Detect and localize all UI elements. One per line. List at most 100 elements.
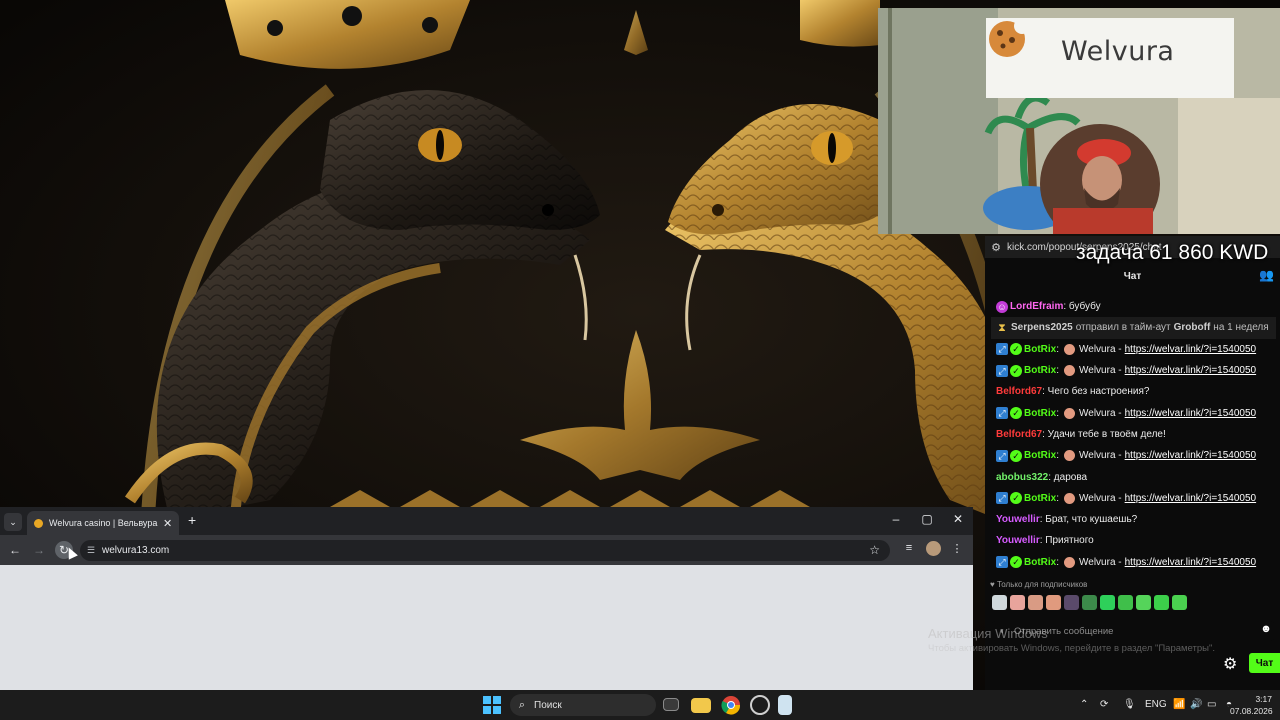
menu-kebab-icon[interactable]: ⋮ [949, 542, 965, 555]
chat-text: : Брат, что кушаешь? [1039, 514, 1138, 526]
hourglass-icon: ⧗ [998, 321, 1006, 334]
emote-icon[interactable] [992, 595, 1007, 610]
site-info-icon[interactable]: ☰ [80, 545, 102, 556]
volume-icon[interactable]: 🔊 [1190, 699, 1202, 710]
chat-text: Welvura - [1079, 450, 1122, 462]
tab-close-icon[interactable]: ✕ [163, 517, 172, 530]
windows-start-icon[interactable] [482, 695, 502, 715]
chat-separator: : [1056, 407, 1060, 419]
profile-avatar[interactable] [926, 541, 941, 556]
wifi-icon[interactable]: 📶 [1173, 699, 1185, 710]
chat-username[interactable]: abobus322 [996, 472, 1048, 483]
chat-header: Чат 👥 [985, 266, 1280, 288]
chat-username[interactable]: LordEfraim [1010, 301, 1063, 312]
emote-icon[interactable] [1154, 595, 1169, 610]
emote-icon[interactable] [1172, 595, 1187, 610]
emoji-picker-icon[interactable]: ☻ [1258, 623, 1274, 639]
tab-strip: ⌄ Welvura casino | Вельвура казино ✕ + –… [0, 507, 973, 535]
chat-text: : бубубу [1063, 301, 1101, 313]
emote-icon[interactable] [1046, 595, 1061, 610]
minimize-icon[interactable]: – [886, 512, 906, 526]
notepad-icon[interactable] [778, 695, 792, 715]
chat-username[interactable]: BotRix [1024, 408, 1056, 419]
chat-link[interactable]: https://welvar.link/?i=1540050 [1125, 557, 1256, 568]
address-bar[interactable]: ☰ welvura13.com ☆ [80, 540, 890, 561]
favicon-icon [34, 518, 43, 528]
chat-message: Youwellir: Брат, что кушаешь? [985, 509, 1280, 530]
emote-icon[interactable] [1136, 595, 1151, 610]
chat-text: : Удачи тебе в твоём деле! [1042, 428, 1166, 440]
system-target[interactable]: Groboff [1174, 322, 1211, 333]
search-icon: ⌕ [518, 698, 526, 711]
taskbar-search-label: Поиск [534, 699, 562, 711]
welvura-sign-text: Welvura [1061, 36, 1175, 67]
tray-overflow-icon[interactable]: ⌃ [1080, 699, 1088, 710]
face-emoji-icon [1064, 407, 1076, 419]
language-indicator[interactable]: ENG [1145, 699, 1167, 710]
tab-title: Welvura casino | Вельвура казино [49, 518, 159, 528]
system-actor[interactable]: Serpens2025 [1011, 322, 1073, 333]
bot-badge-icon: ⤢ [996, 449, 1008, 462]
page-content-area[interactable] [0, 565, 973, 690]
chat-username[interactable]: BotRix [1024, 557, 1056, 568]
chat-link[interactable]: https://welvar.link/?i=1540050 [1125, 493, 1256, 504]
media-control-icon[interactable]: ≡ [901, 542, 917, 554]
back-arrow-icon[interactable]: ← [6, 541, 24, 559]
og-badge-icon: ☺ [996, 300, 1008, 313]
emote-icon[interactable] [1082, 595, 1097, 610]
forward-arrow-icon[interactable]: → [30, 541, 48, 559]
close-window-icon[interactable]: ✕ [948, 512, 968, 526]
site-settings-icon[interactable]: ⚙ [985, 241, 1007, 254]
chat-username[interactable]: BotRix [1024, 450, 1056, 461]
chat-link[interactable]: https://welvar.link/?i=1540050 [1125, 344, 1256, 355]
chat-separator: : [1056, 365, 1060, 377]
emote-row [992, 595, 1187, 610]
battery-icon[interactable]: ▭ [1207, 699, 1216, 710]
chat-popout: ⚙ kick.com/popout/serpens2025/chat Чат 👥… [985, 236, 1280, 690]
file-explorer-icon[interactable] [691, 698, 711, 713]
chat-separator: : [1056, 343, 1060, 355]
stopwatch-app-icon[interactable] [750, 695, 770, 715]
emote-icon[interactable] [1118, 595, 1133, 610]
chat-send-button[interactable]: Чат [1249, 653, 1280, 673]
face-emoji-icon [1064, 556, 1076, 568]
emote-icon[interactable] [1100, 595, 1115, 610]
clock[interactable]: 3:17 07.08.2026 [1230, 693, 1273, 717]
clock-time: 3:17 [1255, 694, 1272, 704]
maximize-icon[interactable]: ▢ [917, 512, 937, 526]
tray-sync-icon[interactable]: ⟳ [1100, 699, 1108, 710]
chat-separator: : [1056, 450, 1060, 462]
chat-username[interactable]: Belford67 [996, 386, 1042, 397]
bookmark-star-icon[interactable]: ☆ [869, 543, 880, 557]
bot-badge-icon: ⤢ [996, 407, 1008, 420]
goal-overlay-text: задача 61 860 KWD [1076, 241, 1269, 264]
taskbar-search[interactable]: ⌕ Поиск [510, 694, 656, 716]
chat-text: Welvura - [1079, 556, 1122, 568]
users-icon[interactable]: 👥 [1259, 268, 1274, 282]
windows-activation-subtitle: Чтобы активировать Windows, перейдите в … [928, 643, 1215, 654]
chat-text: Welvura - [1079, 407, 1122, 419]
chat-settings-gear-icon[interactable]: ⚙ [1223, 654, 1237, 674]
chrome-icon[interactable] [721, 695, 741, 715]
task-view-icon[interactable] [663, 698, 679, 711]
chat-message-input[interactable] [1014, 625, 1258, 637]
chat-username[interactable]: BotRix [1024, 365, 1056, 376]
chat-username[interactable]: Belford67 [996, 429, 1042, 440]
chat-username[interactable]: BotRix [1024, 493, 1056, 504]
microphone-icon[interactable]: 🎙 [1123, 699, 1136, 710]
chat-link[interactable]: https://welvar.link/?i=1540050 [1125, 365, 1256, 376]
tab-welvura[interactable]: Welvura casino | Вельвура казино ✕ [27, 511, 179, 535]
chat-username[interactable]: Youwellir [996, 514, 1040, 525]
chat-link[interactable]: https://welvar.link/?i=1540050 [1125, 450, 1256, 461]
chat-text: Welvura - [1079, 365, 1122, 377]
chat-username[interactable]: Youwellir [996, 535, 1040, 546]
chat-link[interactable]: https://welvar.link/?i=1540050 [1125, 408, 1256, 419]
emote-icon[interactable] [1028, 595, 1043, 610]
chat-username[interactable]: BotRix [1024, 344, 1056, 355]
new-tab-plus-icon[interactable]: + [188, 512, 196, 528]
tab-search-chevron-icon[interactable]: ⌄ [4, 513, 22, 531]
address-url[interactable]: welvura13.com [102, 545, 169, 556]
emote-icon[interactable] [1010, 595, 1025, 610]
chat-message: abobus322: дарова [985, 466, 1280, 487]
emote-icon[interactable] [1064, 595, 1079, 610]
